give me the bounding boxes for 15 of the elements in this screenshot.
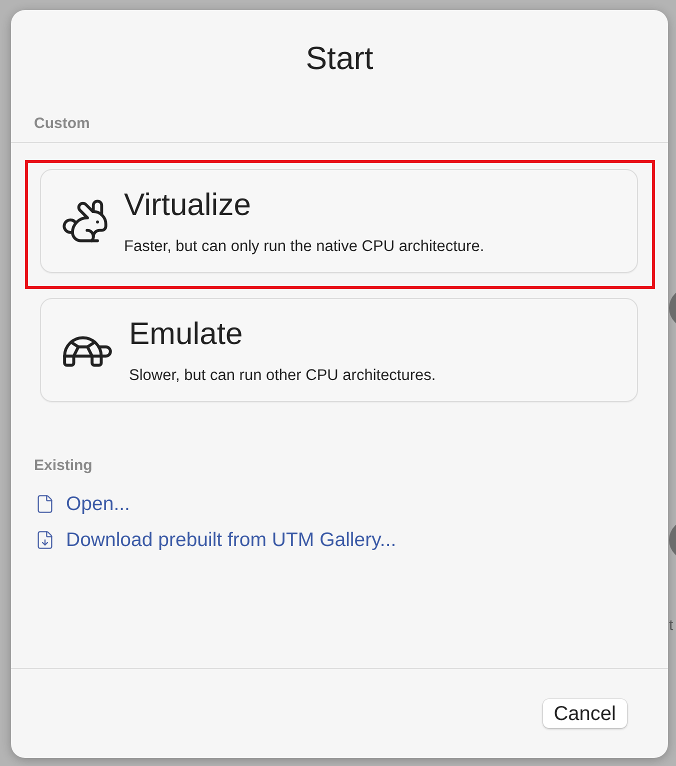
document-icon <box>35 494 55 514</box>
download-link[interactable]: Download prebuilt from UTM Gallery... <box>35 528 396 552</box>
document-download-icon <box>35 530 55 550</box>
option-card[interactable]: Emulate Slower, but can run other CPU architectures. <box>40 298 638 402</box>
section-heading: Existing <box>34 457 92 474</box>
option-title: Virtualize <box>124 187 252 223</box>
option-description: Faster, but can only run the native CPU architecture. <box>124 237 484 257</box>
option-title: Emulate <box>129 316 244 352</box>
open-link[interactable]: Open... <box>35 492 130 516</box>
background-label: t <box>669 616 674 636</box>
option-card[interactable]: Virtualize Faster, but can only run the native CPU architecture. <box>40 169 638 273</box>
cancel-button[interactable]: Cancel <box>542 699 627 728</box>
option-description: Slower, but can run other CPU architectures. <box>129 366 436 386</box>
section-heading: Custom <box>34 115 90 132</box>
dialog-title: Start <box>306 39 374 78</box>
